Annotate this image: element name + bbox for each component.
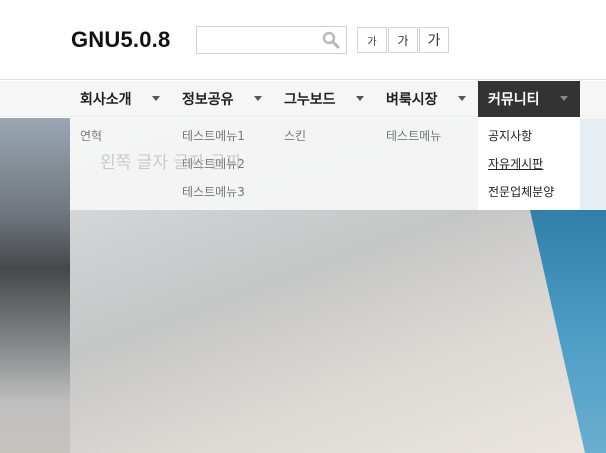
submenu-item[interactable]: 테스트메뉴3 <box>182 183 245 200</box>
chevron-down-icon <box>356 96 364 101</box>
hero-ghost-text: 왼쪽 글자 글자 글짜 <box>100 153 242 173</box>
site-header: GNU5.0.8 가 가 가 <box>0 0 606 80</box>
chevron-down-icon <box>152 96 160 101</box>
font-large-button[interactable]: 가 <box>419 27 449 53</box>
chevron-down-icon <box>560 96 568 101</box>
search-icon[interactable] <box>322 31 340 49</box>
chevron-down-icon <box>254 96 262 101</box>
submenu-item-free-board[interactable]: 자유게시판 <box>488 155 543 172</box>
submenu-item-notice[interactable]: 공지사항 <box>488 127 532 144</box>
site-logo[interactable]: GNU5.0.8 <box>71 27 170 53</box>
font-size-controls: 가 가 가 <box>357 27 450 53</box>
submenu-item[interactable]: 스킨 <box>284 127 306 144</box>
nav-item-community[interactable]: 커뮤니티 <box>478 81 580 117</box>
submenu-item[interactable]: 테스트메뉴 <box>386 127 441 144</box>
hero-right-strip <box>580 118 606 210</box>
nav-item-gnuboard[interactable]: 그누보드 <box>274 81 376 117</box>
submenu-item[interactable]: 테스트메뉴1 <box>182 127 245 144</box>
chevron-down-icon <box>458 96 466 101</box>
nav-item-label: 회사소개 <box>80 92 132 108</box>
nav-item-company[interactable]: 회사소개 <box>70 81 172 117</box>
nav-item-info[interactable]: 정보공유 <box>172 81 274 117</box>
mega-menu-active-column: 공지사항 자유게시판 전문업체분양 <box>478 118 580 210</box>
nav-item-label: 벼룩시장 <box>386 92 438 108</box>
search-input[interactable] <box>197 27 317 53</box>
nav-item-label: 커뮤니티 <box>488 92 540 108</box>
font-medium-button[interactable]: 가 <box>388 27 418 53</box>
search-field[interactable] <box>196 26 347 54</box>
main-nav: 회사소개 정보공유 그누보드 벼룩시장 커뮤니티 <box>0 81 606 117</box>
nav-item-label: 그누보드 <box>284 92 336 108</box>
submenu-item[interactable]: 연혁 <box>80 127 102 144</box>
nav-item-label: 정보공유 <box>182 92 234 108</box>
nav-item-market[interactable]: 벼룩시장 <box>376 81 478 117</box>
submenu-item-expert[interactable]: 전문업체분양 <box>488 183 554 200</box>
font-small-button[interactable]: 가 <box>357 27 387 53</box>
